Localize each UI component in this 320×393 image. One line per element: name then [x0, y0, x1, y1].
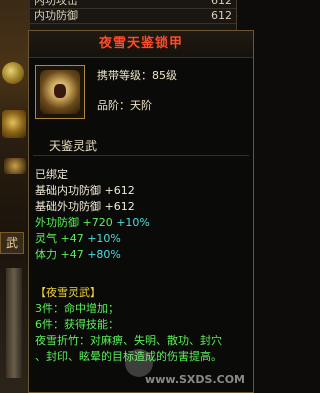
stat-label: 外功防御 [35, 216, 79, 229]
stat-value: 612 [211, 0, 232, 7]
game-scene-background: 武 [0, 0, 30, 393]
armor-core [54, 84, 66, 98]
item-tooltip: 夜雪天鉴锁甲 携带等级：85级 品阶：天阶 天鉴灵武 已绑定 基础内功防御 +6… [28, 30, 254, 393]
accessory-icon[interactable] [2, 110, 26, 138]
stat-row: 内功攻击 612 [30, 0, 236, 9]
watermark-text: www.SXDS.COM [145, 373, 245, 386]
bound-status: 已绑定 [35, 168, 68, 181]
stat-label: 基础外功防御 [35, 200, 101, 213]
stat-line: 基础外功防御 +612 [35, 199, 150, 215]
stat-base: +612 [104, 184, 135, 197]
set-bonus-3: 3件：命中增加； [35, 302, 119, 315]
armor-icon [40, 70, 80, 114]
stats-section: 已绑定 基础内功防御 +612 基础外功防御 +612 外功防御 +720 +1… [35, 167, 150, 263]
carry-level: 携带等级：85级 [97, 69, 177, 82]
item-subtitle: 天鉴灵武 [49, 139, 98, 153]
stat-line: 灵气 +47 +10% [35, 231, 150, 247]
item-grade: 品阶：天阶 [97, 99, 152, 112]
stat-base: +720 [82, 216, 113, 229]
stat-key: 内功攻击 [34, 0, 78, 7]
pillar-decoration [6, 268, 22, 378]
stat-line: 基础内功防御 +612 [35, 183, 150, 199]
item-title: 夜雪天鉴锁甲 [29, 31, 253, 58]
stat-base: +612 [104, 200, 135, 213]
stat-bonus: +10% [87, 232, 121, 245]
stat-label: 基础内功防御 [35, 184, 101, 197]
stat-base: +47 [60, 248, 84, 261]
wu-tab[interactable]: 武 [0, 232, 24, 254]
gem-icon[interactable] [2, 62, 24, 84]
stat-value: 612 [211, 9, 232, 22]
stat-label: 体力 [35, 248, 57, 261]
set-name: 【夜雪灵武】 [35, 286, 101, 299]
stat-row: 内功防御 612 [30, 9, 236, 24]
ornament-icon[interactable] [4, 158, 26, 174]
stat-label: 灵气 [35, 232, 57, 245]
divider [33, 155, 249, 156]
set-skill-line: 夜雪折竹：对麻痹、失明、散功、封穴 [35, 334, 222, 347]
stat-key: 内功防御 [34, 9, 78, 22]
stat-table: 内功攻击 612 内功防御 612 [30, 0, 237, 30]
stat-line: 外功防御 +720 +10% [35, 215, 150, 231]
stat-bonus: +10% [116, 216, 150, 229]
set-bonus-6: 6件：获得技能： [35, 318, 119, 331]
stat-bonus: +80% [87, 248, 121, 261]
item-icon-frame [35, 65, 85, 119]
stat-base: +47 [60, 232, 84, 245]
stat-line: 体力 +47 +80% [35, 247, 150, 263]
